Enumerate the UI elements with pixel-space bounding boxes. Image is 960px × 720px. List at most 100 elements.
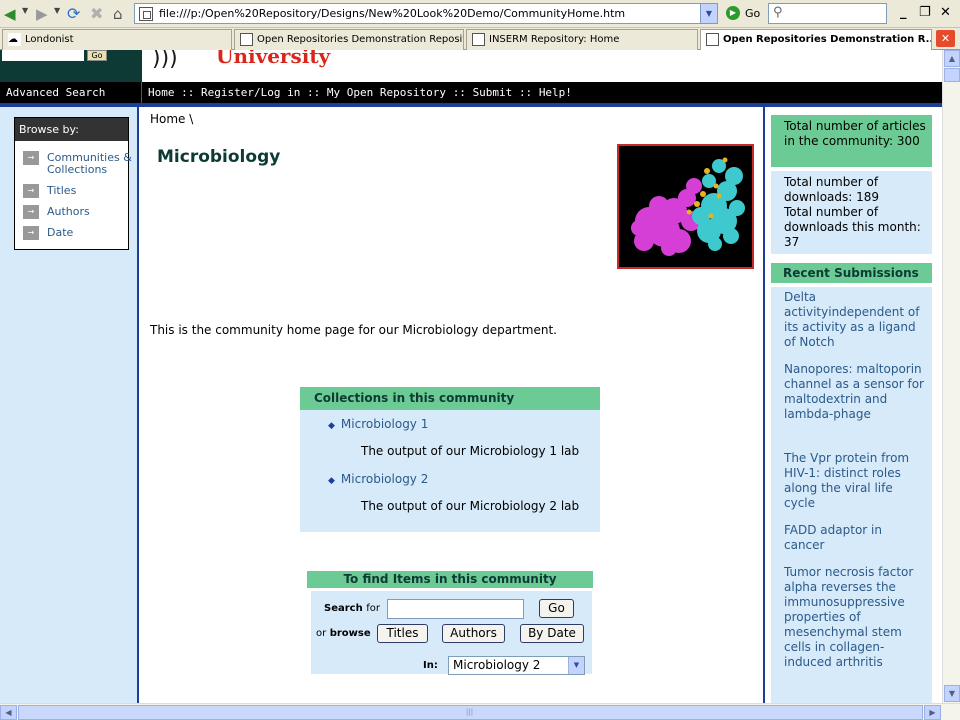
scroll-down-icon[interactable]: ▼: [944, 685, 960, 702]
tab-londonist[interactable]: ☁ Londonist: [2, 29, 232, 50]
protein-structure-image: [631, 157, 745, 256]
page-title: Microbiology: [157, 147, 281, 167]
advanced-search-link[interactable]: Advanced Search: [6, 86, 105, 99]
collections-header: Collections in this community: [300, 387, 600, 410]
collection-name: Microbiology 1: [340, 417, 429, 431]
browse-item-label: Date: [47, 226, 74, 239]
navbar-main: Home :: Register/Log in :: My Open Repos…: [142, 82, 942, 103]
articles-stat: Total number of articles in the communit…: [784, 119, 926, 148]
header-search-input[interactable]: [2, 50, 84, 61]
tab-inserm[interactable]: INSERM Repository: Home: [466, 29, 698, 50]
browser-toolbar: ◀ ▼ ▶ ▼ ⟳ ✖ ⌂ file:///p:/Open%20Reposito…: [0, 0, 960, 28]
collection-description: The output of our Microbiology 2 lab: [361, 499, 580, 513]
browse-item-label: Communities & Collections: [47, 151, 132, 176]
recent-submission-link[interactable]: The Vpr protein from HIV-1: distinct rol…: [784, 451, 926, 511]
cloud-icon: ☁: [8, 33, 21, 46]
in-label: In:: [423, 660, 438, 671]
bullet-diamond-icon: ◆: [328, 421, 335, 431]
nav-register-link[interactable]: Register/Log in: [201, 86, 300, 99]
search-go-button[interactable]: Go: [539, 599, 574, 618]
go-arrow-icon[interactable]: ▶: [726, 6, 740, 20]
nav-my-repository-link[interactable]: My Open Repository: [327, 86, 446, 99]
recent-submission-link[interactable]: Delta activityindependent of its activit…: [784, 290, 926, 350]
close-tab-icon[interactable]: ✕: [936, 30, 955, 47]
recent-submission-link[interactable]: FADD adaptor in cancer: [784, 523, 926, 553]
home-icon[interactable]: ⌂: [113, 4, 123, 24]
browser-window: { "browser": { "address": "file:///p:/Op…: [0, 0, 960, 720]
forward-icon[interactable]: ▶: [36, 4, 48, 24]
community-intro: This is the community home page for our …: [150, 323, 557, 337]
scroll-right-icon[interactable]: ▶: [924, 705, 941, 720]
minimize-button[interactable]: _: [900, 5, 907, 20]
nav-separator: ::: [306, 86, 321, 99]
nav-separator: ::: [518, 86, 533, 99]
horizontal-scrollbar[interactable]: ◀ ||| ▶: [0, 703, 960, 720]
arrow-right-icon: →: [23, 205, 39, 219]
collection-link-microbiology-2[interactable]: ◆ Microbiology 2: [328, 472, 428, 486]
search-for-text: for: [366, 603, 380, 614]
bullet-diamond-icon: ◆: [328, 476, 335, 486]
community-scope-select[interactable]: Microbiology 2 ▼: [448, 656, 585, 675]
back-dropdown-icon[interactable]: ▼: [22, 6, 28, 15]
browse-date-button[interactable]: By Date: [520, 624, 584, 643]
vertical-scrollbar[interactable]: ▲ ▼: [942, 50, 960, 703]
browse-titles-button[interactable]: Titles: [377, 624, 428, 643]
vertical-scroll-thumb[interactable]: [944, 68, 960, 82]
articles-stat-box: Total number of articles in the communit…: [771, 115, 932, 167]
browser-search-input[interactable]: ⚲: [768, 3, 887, 24]
tab-open-repositories-1[interactable]: Open Repositories Demonstration Reposito…: [234, 29, 464, 50]
logo-arcs-icon: ))): [152, 50, 178, 71]
refresh-icon[interactable]: ⟳: [67, 4, 80, 24]
collection-link-microbiology-1[interactable]: ◆ Microbiology 1: [328, 417, 428, 431]
nav-submit-link[interactable]: Submit: [473, 86, 513, 99]
nav-separator: ::: [452, 86, 466, 99]
page-icon: [472, 33, 485, 46]
tab-label: Open Repositories Demonstration R...: [723, 34, 932, 45]
stop-icon[interactable]: ✖: [90, 4, 103, 24]
recent-submission-link[interactable]: Nanopores: maltoporin channel as a senso…: [784, 362, 926, 422]
tab-label: Open Repositories Demonstration Reposito…: [257, 34, 464, 45]
recent-submissions-header: Recent Submissions: [771, 263, 932, 283]
back-icon[interactable]: ◀: [4, 4, 16, 24]
header-go-button[interactable]: Go: [87, 50, 107, 61]
address-bar[interactable]: file:///p:/Open%20Repository/Designs/New…: [134, 3, 718, 24]
downloads-stat: Total number of downloads: 189 Total num…: [784, 175, 930, 250]
browse-authors-button[interactable]: Authors: [442, 624, 505, 643]
chevron-down-icon[interactable]: ▼: [568, 657, 584, 674]
close-window-button[interactable]: ✕: [940, 5, 951, 20]
select-value: Microbiology 2: [453, 658, 541, 672]
breadcrumb[interactable]: Home \: [150, 112, 193, 126]
address-dropdown-icon[interactable]: ▼: [700, 4, 717, 23]
header-search-area: Go: [0, 50, 142, 82]
downloads-total: Total number of downloads: 189: [784, 175, 880, 204]
collections-panel: Collections in this community ◆ Microbiol…: [300, 387, 600, 532]
browse-item-label: Titles: [47, 184, 77, 197]
search-icon: ⚲: [773, 5, 783, 20]
recent-submission-link[interactable]: Tumor necrosis factor alpha reverses the…: [784, 565, 926, 670]
search-label: Search for: [324, 603, 380, 614]
collection-name: Microbiology 2: [340, 472, 429, 486]
tab-label: INSERM Repository: Home: [489, 34, 620, 45]
navbar-left: Advanced Search: [0, 82, 142, 103]
scroll-up-icon[interactable]: ▲: [944, 50, 960, 67]
tab-open-repositories-active[interactable]: Open Repositories Demonstration R...: [700, 29, 932, 50]
nav-help-link[interactable]: Help!: [539, 86, 572, 99]
find-items-header: To find Items in this community: [307, 571, 593, 588]
forward-dropdown-icon[interactable]: ▼: [54, 6, 60, 15]
header-logo-area: ))) University: [142, 50, 942, 82]
address-text: file:///p:/Open%20Repository/Designs/New…: [159, 7, 626, 20]
arrow-right-icon: →: [23, 151, 39, 165]
nav-home-link[interactable]: Home: [148, 86, 175, 99]
go-button[interactable]: Go: [745, 7, 760, 20]
page-viewport: Go ))) University Advanced Search Home :…: [0, 50, 942, 703]
page-icon: [706, 33, 719, 46]
arrow-right-icon: →: [23, 184, 39, 198]
maximize-button[interactable]: ❐: [919, 5, 931, 20]
or-text: or: [316, 628, 327, 639]
left-sidebar-border: [137, 107, 139, 703]
scroll-left-icon[interactable]: ◀: [0, 705, 17, 720]
browse-panel: Browse by: → Communities & Collections →…: [14, 117, 132, 250]
community-image: [617, 144, 754, 269]
search-label-text: Search: [324, 603, 363, 614]
community-search-input[interactable]: [387, 599, 524, 619]
